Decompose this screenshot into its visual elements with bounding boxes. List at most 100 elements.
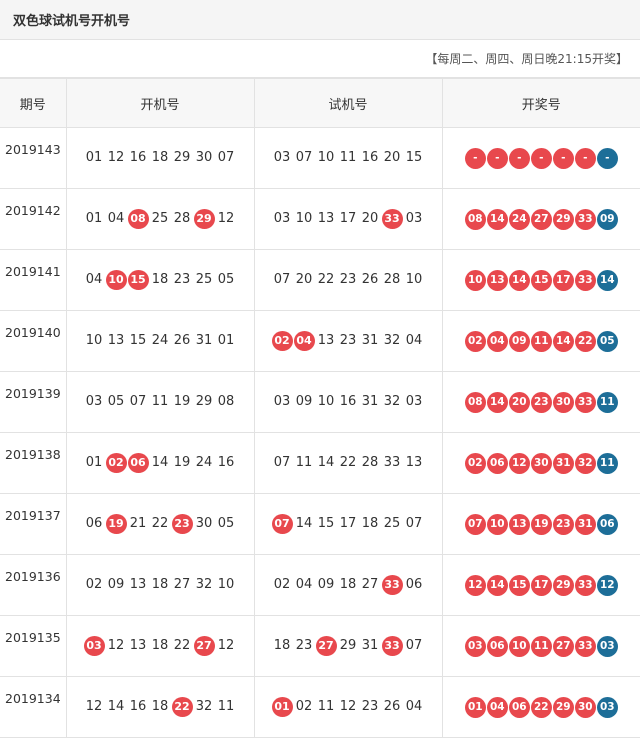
red-ball: 27: [552, 635, 574, 657]
trial-numbers: 03 09 10 16 31 32 03: [253, 371, 443, 433]
red-ball: 13: [508, 513, 530, 535]
red-ball: 12: [508, 452, 530, 474]
number: 13: [405, 455, 423, 470]
number: 07: [273, 455, 291, 470]
red-ball: 30: [552, 391, 574, 413]
number: 19: [173, 394, 191, 409]
open-numbers: 04 10 15 18 23 25 05: [65, 249, 255, 311]
red-ball: 06: [486, 452, 508, 474]
number: 33: [383, 455, 401, 470]
trial-numbers: 01 02 11 12 23 26 04: [253, 676, 443, 738]
trial-numbers: 02 04 13 23 31 32 04: [253, 310, 443, 372]
matched-number: 33: [381, 575, 403, 595]
draw-numbers: 08 14 24 27 29 33 09: [441, 188, 640, 250]
number: 03: [273, 211, 291, 226]
red-ball: 19: [530, 513, 552, 535]
number: 16: [129, 150, 147, 165]
number: 13: [317, 333, 335, 348]
red-ball: 03: [464, 635, 486, 657]
number: 29: [339, 638, 357, 653]
number: 13: [129, 577, 147, 592]
number: 28: [383, 272, 401, 287]
table-row: 2019141 04 10 15 18 23 25 05 07 20 22 23 26 28 10 10 13 1…: [0, 249, 640, 311]
number: 02: [85, 577, 103, 592]
red-ball: 13: [486, 269, 508, 291]
number: 18: [151, 638, 169, 653]
number: 15: [129, 333, 147, 348]
draw-numbers: 02 04 09 11 14 22 05: [441, 310, 640, 372]
number: 14: [151, 455, 169, 470]
issue-number: 2019140: [0, 310, 67, 372]
red-ball: 10: [464, 269, 486, 291]
table-row: 2019140 10 13 15 24 26 31 01 02 04 13 23 31 32 04 02 04 0…: [0, 310, 640, 372]
issue-number: 2019143: [0, 127, 67, 189]
red-ball: 08: [464, 391, 486, 413]
red-ball: 09: [508, 330, 530, 352]
open-numbers: 12 14 16 18 22 32 11: [65, 676, 255, 738]
number: 12: [217, 211, 235, 226]
issue-number: 2019136: [0, 554, 67, 616]
open-numbers: 01 12 16 18 29 30 07: [65, 127, 255, 189]
number: 07: [129, 394, 147, 409]
open-numbers: 10 13 15 24 26 31 01: [65, 310, 255, 372]
number: 08: [217, 394, 235, 409]
red-ball: 29: [552, 208, 574, 230]
table-row: 2019134 12 14 16 18 22 32 11 01 02 11 12 23 26 04 01 04 0…: [0, 676, 640, 738]
blue-ball: -: [596, 147, 618, 169]
number: 04: [295, 577, 313, 592]
results-table: 期号 开机号 试机号 开奖号 2019143 01 12 16 18 29 30 07 03 07…: [0, 78, 640, 738]
draw-numbers: -------: [441, 127, 640, 189]
red-ball: 30: [574, 696, 596, 718]
number: 03: [85, 394, 103, 409]
number: 17: [339, 211, 357, 226]
number: 14: [295, 516, 313, 531]
number: 18: [151, 272, 169, 287]
title-bar: 双色球试机号开机号: [0, 0, 640, 40]
red-ball: 33: [574, 269, 596, 291]
blue-ball: 14: [596, 269, 618, 291]
red-ball: 29: [552, 574, 574, 596]
open-numbers: 02 09 13 18 27 32 10: [65, 554, 255, 616]
blue-ball: 12: [596, 574, 618, 596]
number: 32: [195, 699, 213, 714]
number: 07: [273, 272, 291, 287]
number: 01: [85, 455, 103, 470]
trial-numbers: 03 10 13 17 20 33 03: [253, 188, 443, 250]
table-row: 2019139 03 05 07 11 19 29 08 03 09 10 16 31 32 03 08 14 2…: [0, 371, 640, 433]
number: 26: [361, 272, 379, 287]
number: 01: [217, 333, 235, 348]
matched-number: 07: [271, 514, 293, 534]
page-title: 双色球试机号开机号: [13, 14, 131, 29]
red-ball: -: [574, 147, 596, 169]
number: 30: [195, 516, 213, 531]
matched-number: 33: [381, 636, 403, 656]
red-ball: 02: [464, 452, 486, 474]
open-numbers: 01 02 06 14 19 24 16: [65, 432, 255, 494]
matched-number: 19: [105, 514, 127, 534]
issue-number: 2019135: [0, 615, 67, 677]
matched-number: 02: [271, 331, 293, 351]
issue-number: 2019134: [0, 676, 67, 738]
number: 03: [273, 150, 291, 165]
number: 18: [361, 516, 379, 531]
red-ball: 23: [552, 513, 574, 535]
red-ball: 11: [530, 330, 552, 352]
issue-number: 2019138: [0, 432, 67, 494]
number: 09: [317, 577, 335, 592]
number: 18: [151, 699, 169, 714]
header-open-numbers: 开机号: [65, 78, 255, 128]
red-ball: 31: [552, 452, 574, 474]
number: 16: [361, 150, 379, 165]
red-ball: 33: [574, 635, 596, 657]
blue-ball: 11: [596, 391, 618, 413]
number: 11: [317, 699, 335, 714]
trial-numbers: 03 07 10 11 16 20 15: [253, 127, 443, 189]
number: 11: [339, 150, 357, 165]
number: 12: [85, 699, 103, 714]
red-ball: 15: [530, 269, 552, 291]
number: 09: [107, 577, 125, 592]
red-ball: 22: [574, 330, 596, 352]
red-ball: 17: [552, 269, 574, 291]
number: 25: [383, 516, 401, 531]
red-ball: 11: [530, 635, 552, 657]
